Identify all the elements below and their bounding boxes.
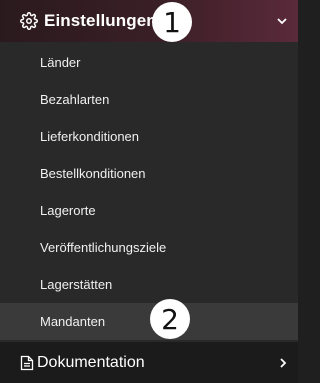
menu-group-label: Dokumentation	[37, 353, 145, 371]
submenu-item-bestellkonditionen[interactable]: Bestellkonditionen	[0, 155, 298, 192]
submenu-item-veroeffentlichungsziele[interactable]: Veröffentlichungsziele	[0, 229, 298, 266]
menu-group-label: Einstellungen	[44, 11, 157, 30]
submenu-item-label: Mandanten	[40, 314, 106, 329]
submenu-item-label: Bezahlarten	[40, 92, 110, 107]
submenu-item-lieferkonditionen[interactable]: Lieferkonditionen	[0, 118, 298, 155]
submenu-item-lagerorte[interactable]: Lagerorte	[0, 192, 298, 229]
submenu-item-label: Lagerstätten	[40, 277, 113, 292]
menu-group-einstellungen[interactable]: Einstellungen	[0, 0, 298, 42]
document-icon	[20, 355, 34, 371]
submenu-item-lagerstaetten[interactable]: Lagerstätten	[0, 266, 298, 303]
annotation-badge-1: 1	[152, 2, 192, 42]
sidebar-menu: Einstellungen Länder Bezahlarten Lieferk…	[0, 0, 298, 383]
submenu-einstellungen: Länder Bezahlarten Lieferkonditionen Bes…	[0, 42, 298, 342]
submenu-item-label: Veröffentlichungsziele	[40, 240, 167, 255]
submenu-item-label: Länder	[40, 55, 81, 70]
submenu-item-bezahlarten[interactable]: Bezahlarten	[0, 81, 298, 118]
submenu-item-label: Bestellkonditionen	[40, 166, 146, 181]
menu-group-dokumentation[interactable]: Dokumentation	[0, 342, 298, 383]
submenu-item-label: Lieferkonditionen	[40, 129, 140, 144]
chevron-right-icon[interactable]	[278, 356, 288, 368]
submenu-item-mandanten[interactable]: Mandanten	[0, 303, 298, 340]
gear-icon	[20, 12, 38, 30]
submenu-item-label: Lagerorte	[40, 203, 96, 218]
submenu-item-laender[interactable]: Länder	[0, 44, 298, 81]
annotation-badge-2: 2	[150, 299, 190, 339]
chevron-down-icon[interactable]	[276, 14, 288, 26]
